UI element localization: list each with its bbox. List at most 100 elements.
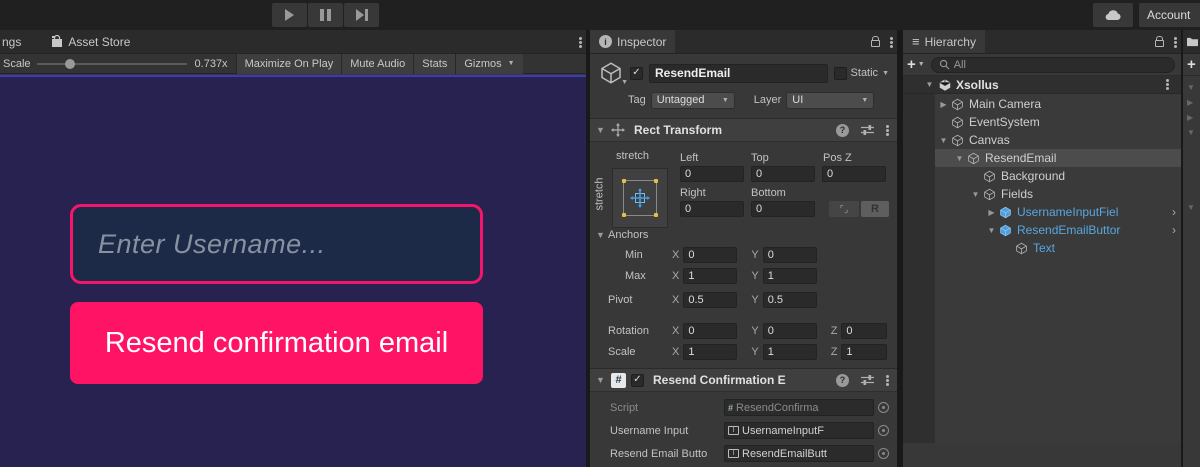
account-button[interactable]: Account (1139, 3, 1200, 27)
tab-inspector[interactable]: i Inspector (590, 30, 675, 53)
unity-scene-icon (938, 78, 952, 92)
chevron-down-icon[interactable]: ▼ (969, 190, 982, 199)
username-object-field[interactable]: I UsernameInputF (724, 422, 874, 439)
hierarchy-row-resendemailbuttor[interactable]: ▼ResendEmailButtor› (935, 221, 1181, 239)
pause-button[interactable] (308, 3, 343, 27)
lock-icon[interactable] (1155, 40, 1164, 47)
scale-z-field[interactable]: 1 (841, 344, 887, 360)
anchor-preset-widget[interactable] (612, 168, 668, 228)
layer-dropdown[interactable]: UI▼ (786, 92, 874, 109)
rotation-x-field[interactable]: 0 (683, 323, 737, 339)
info-icon: i (599, 35, 612, 48)
scale-y-field[interactable]: 1 (763, 344, 817, 360)
prefab-open-chevron-icon[interactable]: › (1172, 205, 1176, 219)
prefab-open-chevron-icon[interactable]: › (1172, 223, 1176, 237)
resend-button-object-field[interactable]: I ResendEmailButt (724, 445, 874, 462)
play-button[interactable] (272, 3, 307, 27)
anchors-foldout-icon[interactable]: ▼ (596, 230, 606, 240)
hierarchy-menu-icon[interactable] (1174, 37, 1177, 40)
chevron-down-icon[interactable]: ▼ (937, 136, 950, 145)
resend-email-button[interactable]: Resend confirmation email (70, 302, 483, 384)
anchor-max-y-field[interactable]: 1 (763, 268, 817, 284)
cloud-services-button[interactable] (1093, 3, 1133, 27)
inspector-menu-icon[interactable] (890, 37, 893, 40)
rect-right-field[interactable]: 0 (680, 201, 744, 217)
gameobject-cube-icon[interactable]: ▼ (598, 60, 624, 86)
tab-truncated-settings[interactable]: ngs (0, 30, 30, 53)
scale-x-field[interactable]: 1 (683, 344, 737, 360)
hierarchy-row-canvas[interactable]: ▼Canvas (935, 131, 1181, 149)
rect-bottom-field[interactable]: 0 (751, 201, 815, 217)
scene-foldout-icon[interactable]: ▼ (923, 80, 936, 89)
object-picker-icon[interactable] (878, 448, 889, 459)
account-label: Account (1147, 8, 1190, 22)
anchor-min-x-field[interactable]: 0 (683, 247, 737, 263)
rotation-z-field[interactable]: 0 (841, 323, 887, 339)
raw-edit-button[interactable]: R (861, 201, 889, 217)
project-panel-sliver: + ▼ ▶ ▶ ▼ ▼ (1183, 30, 1200, 467)
search-filter-value: All (954, 59, 966, 71)
create-object-button[interactable]: + ▼ (907, 56, 925, 73)
scale-slider-handle[interactable] (65, 59, 75, 69)
object-picker-icon[interactable] (878, 402, 889, 413)
min-label: Min (596, 249, 672, 261)
presets-icon[interactable] (861, 124, 874, 136)
hierarchy-row-resendemail[interactable]: ▼ResendEmail (935, 149, 1181, 167)
object-picker-icon[interactable] (878, 425, 889, 436)
presets-icon[interactable] (861, 374, 874, 386)
component-menu-icon[interactable] (886, 375, 889, 378)
chevron-down-icon[interactable]: ▼ (953, 154, 966, 163)
hierarchy-row-text[interactable]: Text (935, 239, 1181, 257)
rotation-y-field[interactable]: 0 (763, 323, 817, 339)
rect-posz-field[interactable]: 0 (822, 166, 886, 182)
scene-menu-icon[interactable] (1166, 79, 1169, 82)
blueprint-mode-button[interactable]: ⌜⌟ (829, 201, 859, 217)
active-checkbox[interactable]: ✓ (630, 67, 643, 80)
pivot-y-field[interactable]: 0.5 (763, 292, 817, 308)
anchor-min-y-field[interactable]: 0 (763, 247, 817, 263)
project-create-button[interactable]: + (1187, 56, 1196, 73)
tag-dropdown[interactable]: Untagged▼ (651, 92, 735, 109)
hierarchy-row-main-camera[interactable]: ▶Main Camera (935, 95, 1181, 113)
game-menu-icon[interactable] (579, 37, 582, 40)
static-checkbox[interactable] (834, 67, 847, 80)
chevron-down-icon[interactable]: ▼ (985, 226, 998, 235)
rect-top-field[interactable]: 0 (751, 166, 815, 182)
lock-icon[interactable] (871, 40, 880, 47)
foldout-arrow-icon[interactable]: ▼ (596, 125, 606, 135)
static-dropdown-icon[interactable]: ▼ (882, 70, 889, 77)
maximize-on-play-button[interactable]: Maximize On Play (236, 54, 342, 74)
help-icon[interactable]: ? (836, 374, 849, 387)
scale-slider[interactable] (37, 63, 187, 65)
username-input-field[interactable]: Enter Username... (70, 204, 483, 284)
stats-button[interactable]: Stats (413, 54, 455, 74)
mute-audio-button[interactable]: Mute Audio (341, 54, 413, 74)
hierarchy-row-eventsystem[interactable]: EventSystem (935, 113, 1181, 131)
hierarchy-row-usernameinputfiel[interactable]: ▶UsernameInputFiel› (935, 203, 1181, 221)
tab-hierarchy[interactable]: ≡ Hierarchy (903, 30, 985, 53)
chevron-right-icon[interactable]: ▶ (937, 100, 950, 109)
scene-row[interactable]: ▼ Xsollus (903, 76, 1181, 94)
hierarchy-toolbar: + ▼ All (903, 54, 1181, 76)
hierarchy-row-fields[interactable]: ▼Fields (935, 185, 1181, 203)
chevron-right-icon[interactable]: ▶ (985, 208, 998, 217)
hierarchy-search-input[interactable]: All (931, 57, 1175, 73)
pivot-x-field[interactable]: 0.5 (683, 292, 737, 308)
prefab-cube-icon (998, 223, 1013, 238)
step-button[interactable] (344, 3, 379, 27)
rect-left-field[interactable]: 0 (680, 166, 744, 182)
script-object-field[interactable]: # ResendConfirma (724, 399, 874, 416)
foldout-arrow-icon[interactable]: ▼ (596, 375, 606, 385)
gameobject-name-field[interactable]: ResendEmail (649, 64, 828, 83)
rect-transform-header[interactable]: ▼ Rect Transform ? (590, 118, 897, 142)
gizmos-dropdown[interactable]: Gizmos▼ (455, 54, 522, 74)
help-icon[interactable]: ? (836, 124, 849, 137)
anchor-max-x-field[interactable]: 1 (683, 268, 737, 284)
component-menu-icon[interactable] (886, 125, 889, 128)
hierarchy-row-background[interactable]: Background (935, 167, 1181, 185)
component-enabled-checkbox[interactable]: ✓ (631, 374, 644, 387)
cube-icon (982, 187, 997, 202)
anchor-stretch-label-side: stretch (594, 177, 606, 210)
script-component-header[interactable]: ▼ # ✓ Resend Confirmation E ? (590, 368, 897, 392)
tab-asset-store[interactable]: Asset Store (42, 30, 139, 53)
